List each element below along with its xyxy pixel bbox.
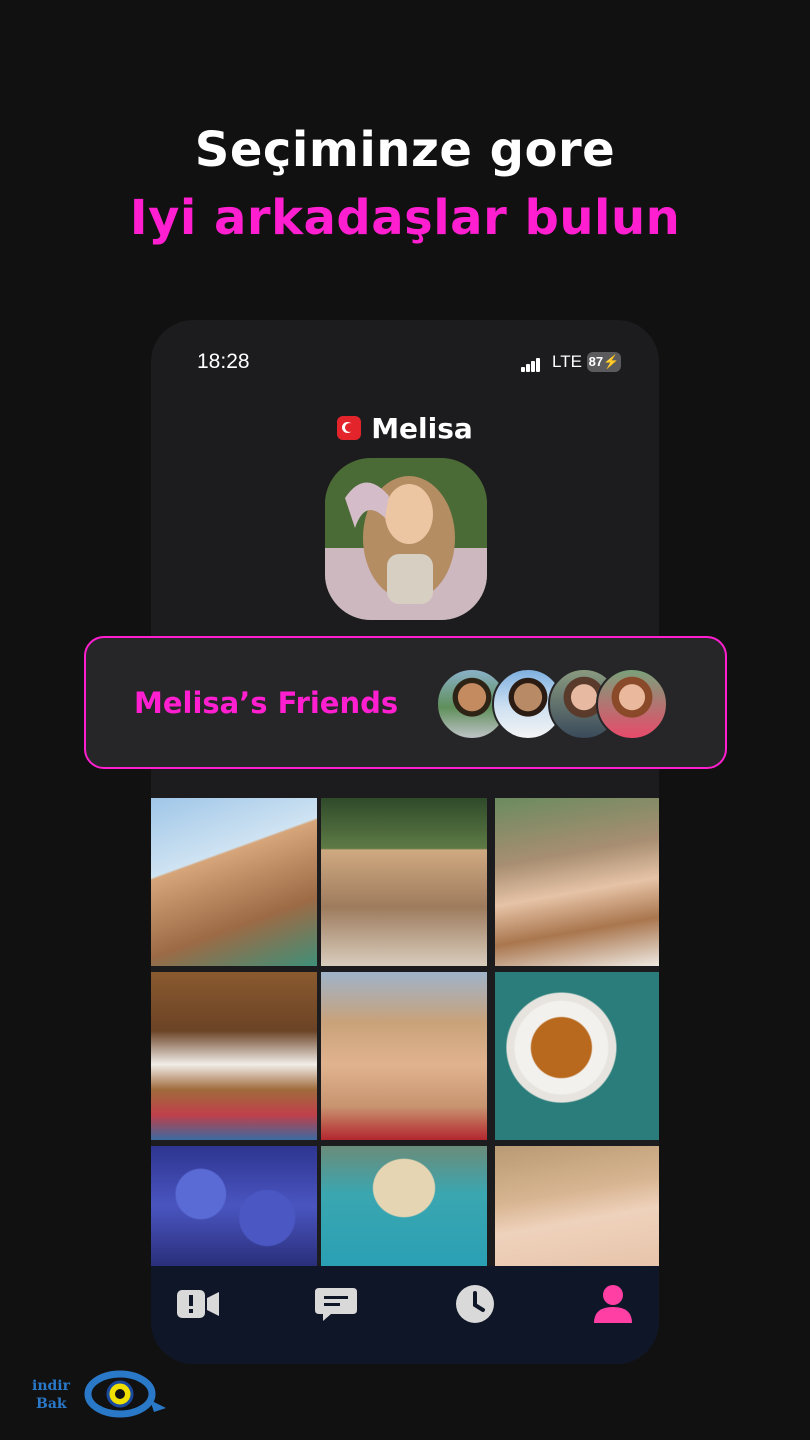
messages-icon [315,1288,357,1321]
svg-text:Bak: Bak [36,1396,67,1412]
history-icon [456,1285,494,1323]
photo-portrait-tree[interactable] [495,798,659,966]
photo-hydrangea[interactable] [151,1146,317,1266]
profile-header: Melisa [151,412,659,445]
profile-icon [594,1285,632,1323]
photo-selfie-sky[interactable] [151,798,317,966]
friends-title: Melisa’s Friends [134,686,399,720]
photo-puppy[interactable] [151,972,317,1140]
phone-frame: 18:28 LTE 87⚡ Melisa [151,320,659,1364]
headline-line-1: Seçiminze gore [194,122,616,178]
tab-history[interactable] [453,1284,497,1324]
profile-name: Melisa [371,412,473,445]
status-bar: 18:28 LTE 87⚡ [151,350,659,380]
tab-bar [151,1266,659,1364]
svg-text:indir: indir [32,1378,71,1394]
turkey-flag-icon [337,416,362,440]
photo-hat-pool[interactable] [321,1146,487,1266]
photo-tea-cup[interactable] [495,972,659,1140]
friend-avatar-4[interactable] [596,668,668,740]
indirbak-logo: indir Bak [32,1370,166,1418]
friends-card[interactable]: Melisa’s Friends [84,636,727,769]
tab-video-chat[interactable] [177,1284,221,1324]
avatar-illustration [325,458,487,620]
tab-messages[interactable] [315,1284,359,1324]
friends-avatar-stack [436,668,668,740]
photo-portrait-sunset[interactable] [321,972,487,1140]
video-chat-icon [177,1290,219,1318]
photo-portrait-closeup[interactable] [495,1146,659,1266]
status-time: 18:28 [197,350,250,373]
headline-line-2: Iyi arkadaşlar bulun [129,190,681,246]
tab-profile[interactable] [591,1284,635,1324]
network-type: LTE [552,352,582,371]
battery-level: 87 [588,354,604,369]
photo-portrait-forest[interactable] [321,798,487,966]
profile-avatar[interactable] [325,458,487,620]
battery-icon: 87⚡ [587,352,621,372]
signal-icon [521,358,541,372]
